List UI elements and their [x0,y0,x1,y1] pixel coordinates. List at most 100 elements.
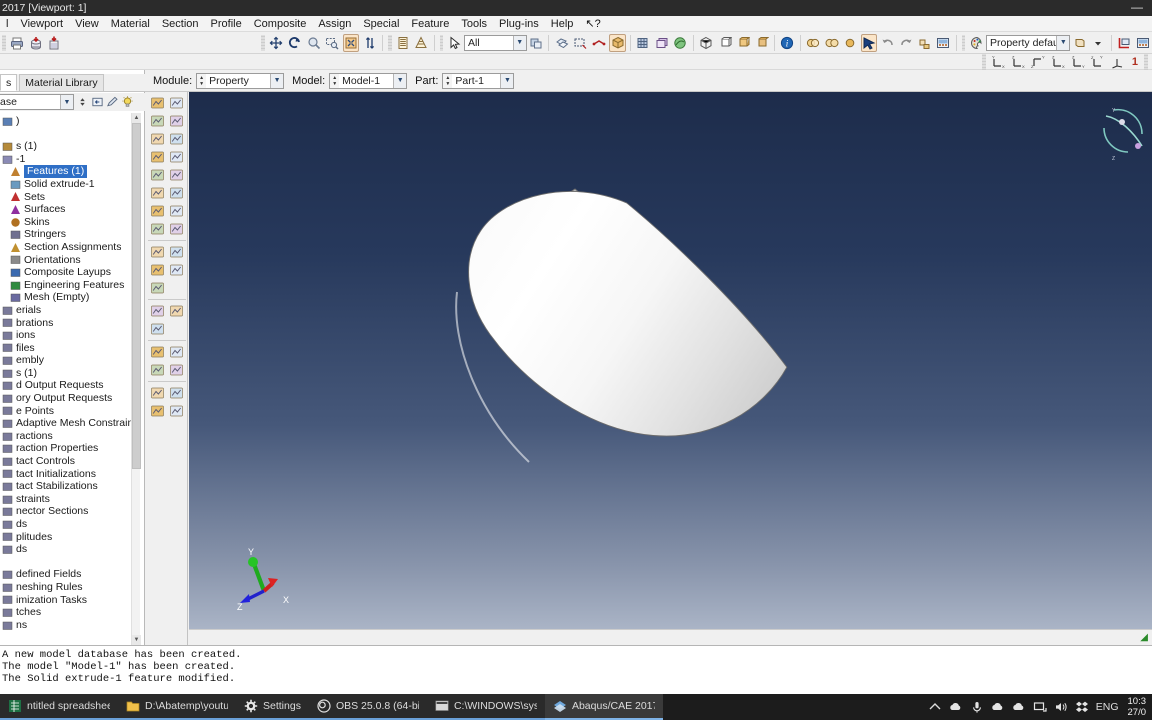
palette-icon[interactable] [968,34,985,52]
menu-plugins[interactable]: Plug-ins [493,16,545,32]
layup-manager-icon[interactable] [167,148,186,166]
color-code-a-icon[interactable] [805,34,822,52]
edge-highlight-icon[interactable] [591,34,608,52]
tree-node[interactable]: ) [0,115,136,128]
tree-node[interactable]: tact Controls [0,455,136,468]
search-input[interactable]: ase ▼ [0,94,74,110]
view-zx-icon[interactable]: ZX [1049,53,1067,71]
chevron-down-icon[interactable]: ▼ [60,95,73,109]
attachment-mesh-icon[interactable] [167,402,186,420]
tree-node[interactable] [0,128,136,141]
menu-view[interactable]: View [69,16,105,32]
render-wireframe-icon[interactable] [635,34,652,52]
render-options-icon[interactable] [1071,34,1088,52]
create-set-icon[interactable] [148,320,167,338]
orientation-manager-icon[interactable] [167,184,186,202]
save-display-icon[interactable] [46,34,63,52]
cloud-sync-icon[interactable] [1012,700,1026,714]
tree-node[interactable]: Skins [0,216,136,229]
create-display-group-icon[interactable] [553,34,570,52]
selection-arrow-icon[interactable] [446,34,463,52]
model-combo[interactable]: Model-1 ▼ [339,72,408,89]
scroll-thumb[interactable] [132,123,141,469]
part-combo[interactable]: Part-1 ▼ [452,72,515,89]
taskbar-item[interactable]: OBS 25.0.8 (64-bit, ... [308,694,427,720]
assign-beam-orientation-icon[interactable] [167,166,186,184]
tree-node[interactable]: neshing Rules [0,581,136,594]
module-spinner[interactable]: ▲ ▼ [196,72,207,89]
view-front-cube-icon[interactable] [716,34,733,52]
menu-special[interactable]: Special [357,16,405,32]
attachment-point-icon[interactable] [167,384,186,402]
view-manip-grip[interactable] [261,34,266,51]
create-wire-icon[interactable] [167,343,186,361]
taskbar-item[interactable]: ntitled spreadshee... [0,694,118,720]
tree-node[interactable]: imization Tasks [0,594,136,607]
tree-node[interactable]: defined Fields [0,568,136,581]
chevron-down-icon[interactable]: ▼ [512,35,526,50]
view-manipulation-widget[interactable]: Y Z [1098,102,1150,164]
tip-bulb-icon[interactable] [121,95,134,109]
lock-display-icon[interactable] [916,34,933,52]
render-grip[interactable] [961,34,966,51]
model-spinner[interactable]: ▲ ▼ [329,72,340,89]
viewport-canvas[interactable]: Y Z Y X Z [189,92,1152,629]
tree-node[interactable]: d Output Requests [0,379,136,392]
tree-node[interactable]: s (1) [0,367,136,380]
view-cut-cube-icon[interactable] [754,34,771,52]
chevron-down-icon[interactable]: ▼ [500,73,514,88]
volume-icon[interactable] [1054,700,1068,714]
taskbar-item[interactable]: Abaqus/CAE 2017 [... [544,694,663,720]
menu-feature[interactable]: Feature [405,16,455,32]
tree-node[interactable]: tact Initializations [0,468,136,481]
tree-node[interactable]: Composite Layups [0,266,136,279]
assign-stringer-icon[interactable] [148,220,167,238]
tree-node[interactable]: embly [0,354,136,367]
edit-icon[interactable] [106,95,119,109]
display-icon[interactable] [1033,700,1047,714]
render-shaded-icon[interactable] [672,34,689,52]
tree-node[interactable]: brations [0,317,136,330]
rotate-icon[interactable] [287,34,304,52]
redo-view-icon[interactable] [898,34,915,52]
display-grip[interactable] [387,34,392,51]
tree-node-selected[interactable]: Features (1) [0,165,136,178]
create-material-icon[interactable] [148,94,167,112]
create-profile-icon[interactable] [148,130,167,148]
view-yz-icon[interactable]: ZY [1029,53,1047,71]
tab-model-truncated[interactable]: s [0,74,18,91]
menu-composite[interactable]: Composite [248,16,313,32]
pan-icon[interactable] [268,34,285,52]
tree-node[interactable]: raction Properties [0,442,136,455]
selection-filter-combo[interactable]: All ▼ [464,34,527,51]
viewport-annotate2-icon[interactable] [1134,34,1151,52]
create-reference-point-icon[interactable] [148,343,167,361]
save-model-database-icon[interactable] [27,34,44,52]
menu-profile[interactable]: Profile [205,16,248,32]
spring-manager-icon[interactable] [167,261,186,279]
viewport-annotation-icon[interactable] [935,34,952,52]
create-partition-icon[interactable] [167,302,186,320]
spin-icon[interactable] [76,95,89,109]
tree-node[interactable]: Surfaces [0,203,136,216]
tree-node[interactable]: -1 [0,153,136,166]
box-zoom-icon[interactable] [324,34,341,52]
create-inertia-icon[interactable] [148,243,167,261]
edit-mesh-icon[interactable] [148,361,167,379]
taskbar-item[interactable]: Settings [236,694,309,720]
tree-node[interactable]: tches [0,606,136,619]
tree-node[interactable]: tact Stabilizations [0,480,136,493]
display-group-list-icon[interactable] [395,34,412,52]
tree-node[interactable]: ractions [0,430,136,443]
box-select-icon[interactable] [572,34,589,52]
material-manager-icon[interactable] [167,94,186,112]
tree-node[interactable] [0,556,136,569]
tree-node[interactable]: Solid extrude-1 [0,178,136,191]
viewport-layout-icon[interactable] [1116,34,1133,52]
menu-material[interactable]: Material [105,16,156,32]
view-xz-icon[interactable]: ZX [1009,53,1027,71]
sweep-icon[interactable] [167,361,186,379]
tree-node[interactable]: Orientations [0,254,136,267]
previous-icon[interactable] [91,95,104,109]
tree-node[interactable]: Sets [0,191,136,204]
